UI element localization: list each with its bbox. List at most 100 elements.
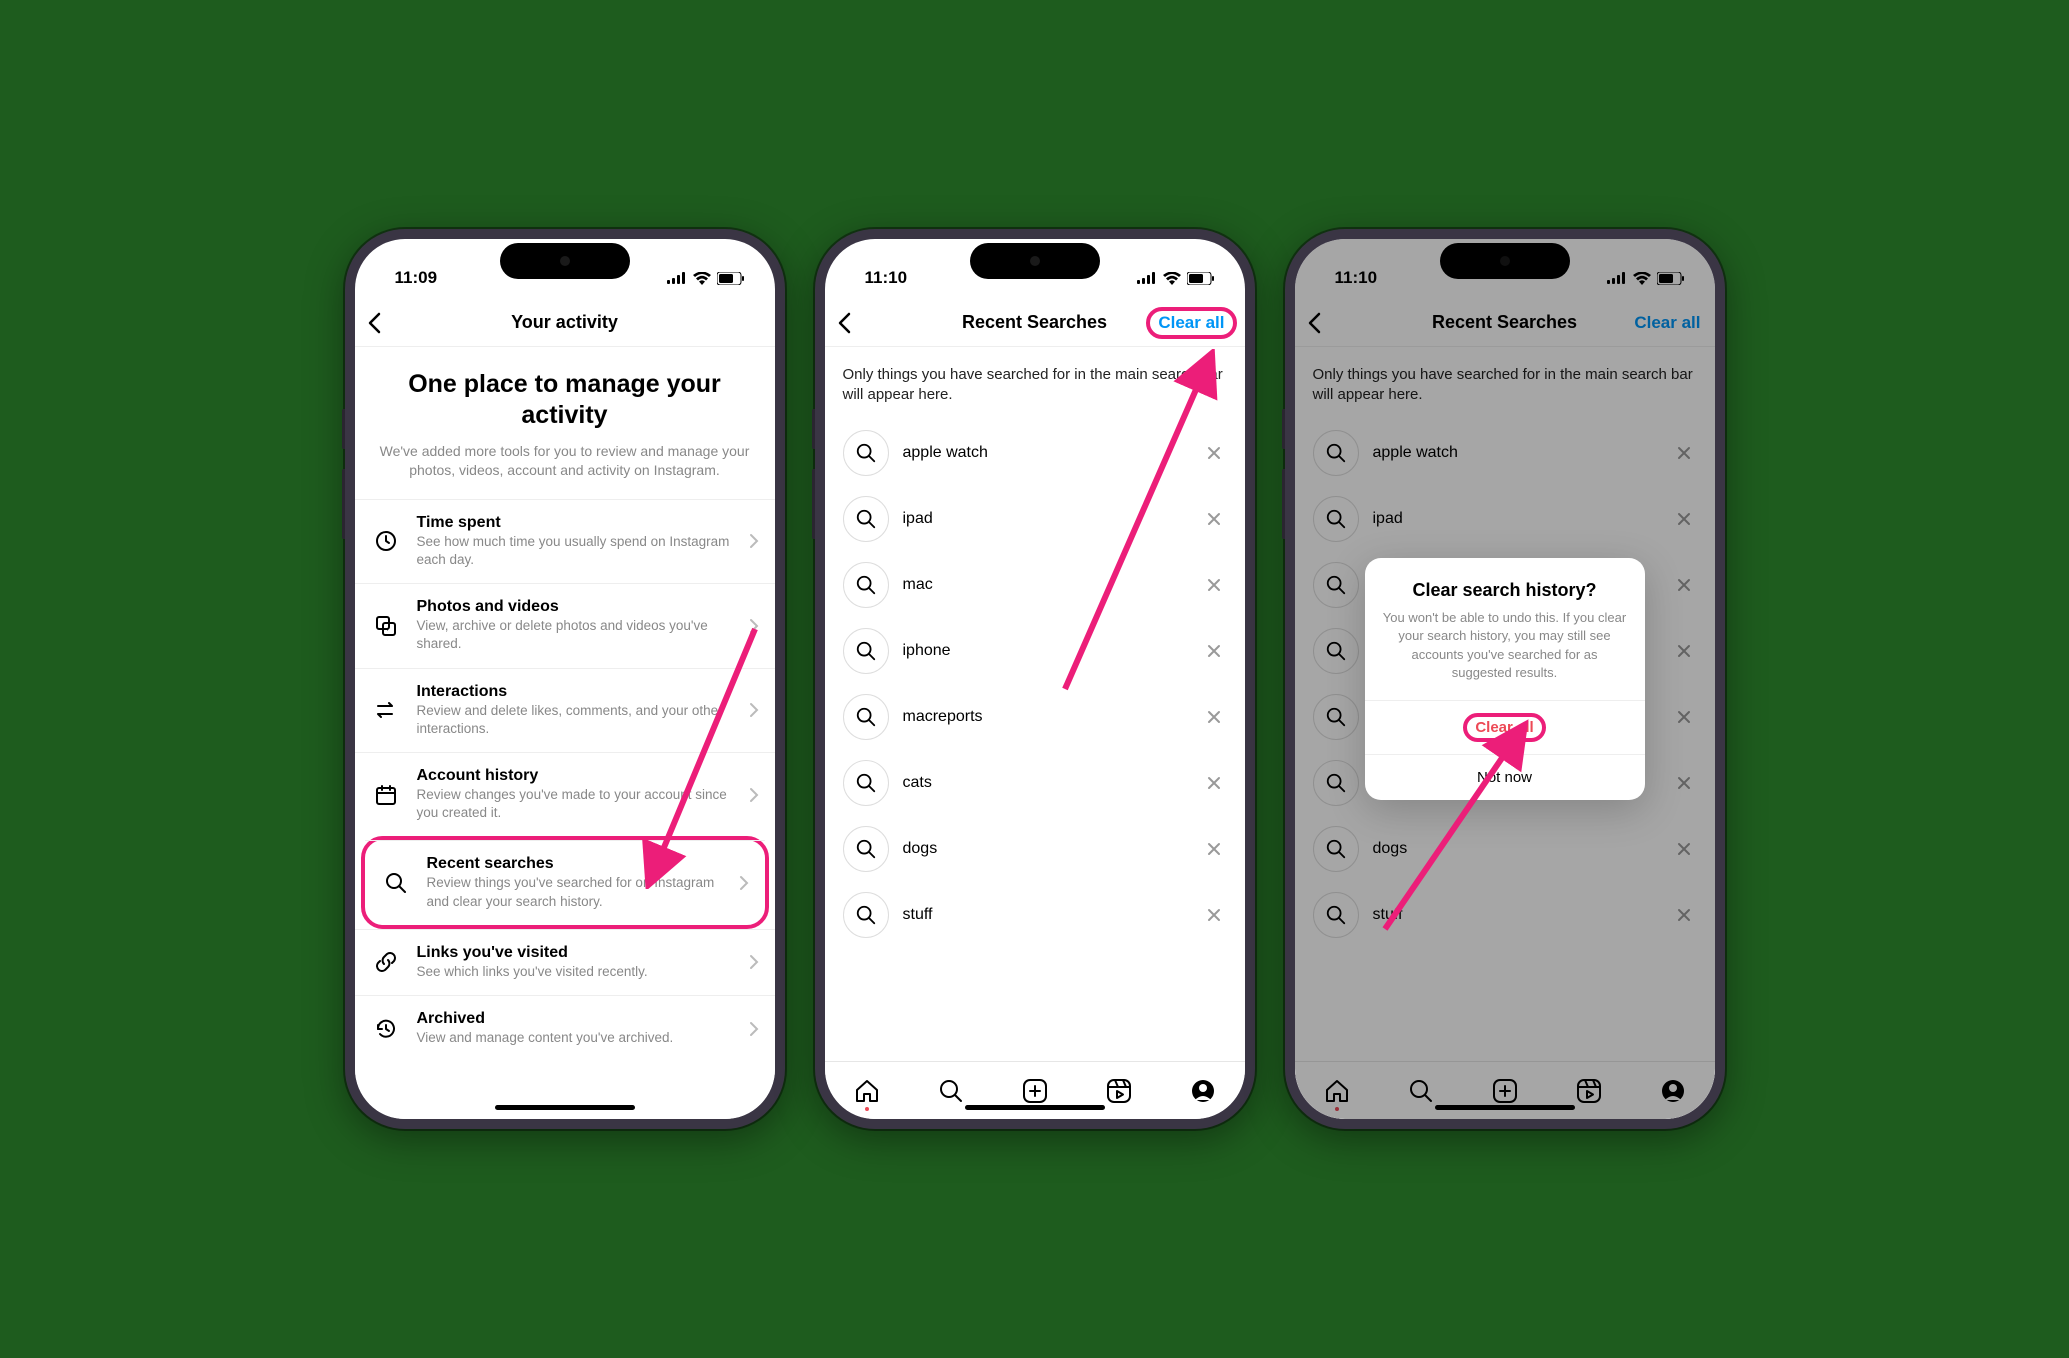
back-button[interactable] (367, 312, 381, 334)
tab-reels[interactable] (1106, 1078, 1132, 1104)
chevron-right-icon (749, 954, 759, 970)
chevron-right-icon (749, 702, 759, 718)
search-icon (381, 871, 411, 895)
info-text: Only things you have searched for in the… (825, 347, 1245, 420)
remove-search-button[interactable] (1201, 638, 1227, 664)
row-subtitle: Review changes you've made to your accou… (417, 786, 733, 822)
search-icon (843, 694, 889, 740)
remove-search-button[interactable] (1201, 770, 1227, 796)
recent-search-item[interactable]: apple watch (825, 420, 1245, 486)
chevron-right-icon (749, 533, 759, 549)
chevron-right-icon (749, 787, 759, 803)
back-button[interactable] (837, 312, 851, 334)
signal-icon (667, 272, 687, 284)
home-indicator[interactable] (495, 1105, 635, 1110)
recent-search-item[interactable]: iphone (825, 618, 1245, 684)
tab-bar (825, 1061, 1245, 1119)
search-icon (843, 892, 889, 938)
dynamic-island (500, 243, 630, 279)
remove-search-button[interactable] (1201, 506, 1227, 532)
screen-body: One place to manage your activity We've … (355, 347, 775, 1119)
notification-dot (865, 1107, 869, 1111)
status-icons (667, 272, 745, 285)
row-title: Time spent (417, 514, 733, 532)
hero-subtitle: We've added more tools for you to review… (377, 442, 753, 481)
activity-row-gallery[interactable]: Photos and videos View, archive or delet… (355, 583, 775, 667)
search-term: iphone (903, 642, 1187, 660)
chevron-right-icon (749, 618, 759, 634)
nav-header: Your activity (355, 299, 775, 347)
search-icon (843, 826, 889, 872)
signal-icon (1137, 272, 1157, 284)
search-icon (938, 1078, 964, 1104)
gallery-icon (371, 614, 401, 638)
recent-search-item[interactable]: mac (825, 552, 1245, 618)
search-icon (843, 430, 889, 476)
profile-icon (1190, 1078, 1216, 1104)
activity-row-history[interactable]: Archived View and manage content you've … (355, 995, 775, 1061)
modal-clear-all-button[interactable]: Clear all (1365, 700, 1645, 754)
row-title: Links you've visited (417, 944, 733, 962)
remove-search-button[interactable] (1201, 902, 1227, 928)
remove-search-button[interactable] (1201, 836, 1227, 862)
modal-body-text: You won't be able to undo this. If you c… (1383, 609, 1627, 682)
search-icon (843, 760, 889, 806)
activity-row-clock[interactable]: Time spent See how much time you usually… (355, 499, 775, 583)
home-indicator[interactable] (965, 1105, 1105, 1110)
activity-row-search[interactable]: Recent searches Review things you've sea… (365, 840, 765, 924)
modal-not-now-button[interactable]: Not now (1365, 754, 1645, 800)
clear-all-button[interactable]: Clear all (1146, 307, 1236, 339)
clock-icon (371, 529, 401, 553)
wifi-icon (693, 272, 711, 285)
activity-row-calendar[interactable]: Account history Review changes you've ma… (355, 752, 775, 836)
row-subtitle: See how much time you usually spend on I… (417, 533, 733, 569)
row-subtitle: See which links you've visited recently. (417, 963, 733, 981)
search-icon (843, 562, 889, 608)
search-term: ipad (903, 510, 1187, 528)
chevron-right-icon (739, 875, 749, 891)
phone-1: 11:09 Your activity One place to manage … (345, 229, 785, 1129)
tab-search[interactable] (938, 1078, 964, 1104)
search-icon (843, 496, 889, 542)
status-icons (1137, 272, 1215, 285)
remove-search-button[interactable] (1201, 440, 1227, 466)
recent-search-item[interactable]: ipad (825, 486, 1245, 552)
nav-title: Your activity (511, 312, 618, 333)
activity-row-swap[interactable]: Interactions Review and delete likes, co… (355, 668, 775, 752)
modal-primary-label: Clear all (1463, 713, 1545, 742)
nav-title: Recent Searches (962, 312, 1107, 333)
search-term: macreports (903, 708, 1187, 726)
plus-square-icon (1022, 1078, 1048, 1104)
status-time: 11:09 (395, 268, 438, 288)
remove-search-button[interactable] (1201, 572, 1227, 598)
search-term: apple watch (903, 444, 1187, 462)
remove-search-button[interactable] (1201, 704, 1227, 730)
recent-search-item[interactable]: cats (825, 750, 1245, 816)
hero: One place to manage your activity We've … (355, 347, 775, 499)
search-icon (843, 628, 889, 674)
reels-icon (1106, 1078, 1132, 1104)
battery-icon (717, 272, 745, 285)
tab-create[interactable] (1022, 1078, 1048, 1104)
link-icon (371, 950, 401, 974)
modal-card: Clear search history? You won't be able … (1365, 558, 1645, 800)
recent-search-item[interactable]: dogs (825, 816, 1245, 882)
screen-body: Only things you have searched for in the… (825, 347, 1245, 1061)
row-title: Interactions (417, 683, 733, 701)
recent-search-item[interactable]: stuff (825, 882, 1245, 948)
search-term: mac (903, 576, 1187, 594)
recent-search-item[interactable]: macreports (825, 684, 1245, 750)
hero-title: One place to manage your activity (377, 369, 753, 432)
tab-home[interactable] (854, 1078, 880, 1104)
calendar-icon (371, 783, 401, 807)
battery-icon (1187, 272, 1215, 285)
search-term: cats (903, 774, 1187, 792)
phone-3: 11:10 Recent Searches Clear all Only thi… (1285, 229, 1725, 1129)
activity-row-link[interactable]: Links you've visited See which links you… (355, 929, 775, 995)
modal-title: Clear search history? (1383, 580, 1627, 601)
dynamic-island (970, 243, 1100, 279)
search-term: dogs (903, 840, 1187, 858)
wifi-icon (1163, 272, 1181, 285)
home-icon (854, 1078, 880, 1104)
tab-profile[interactable] (1190, 1078, 1216, 1104)
